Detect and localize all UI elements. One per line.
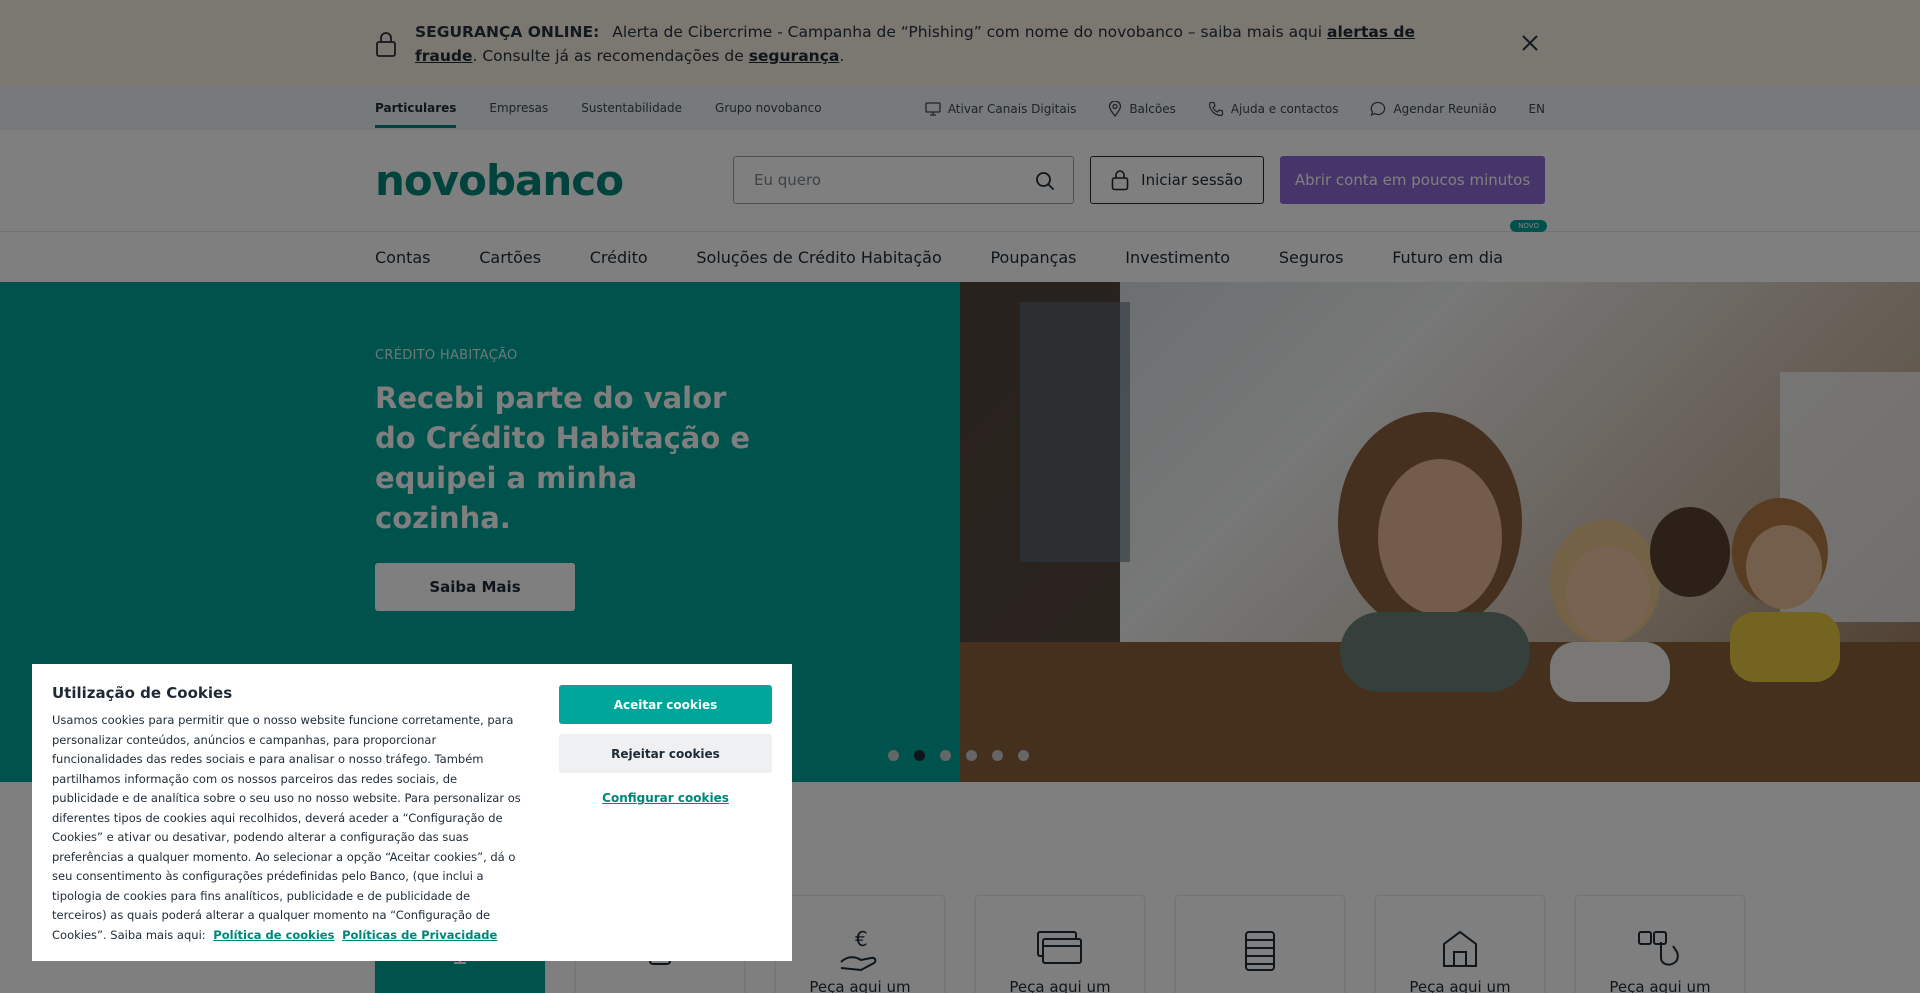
cookie-description: Usamos cookies para permitir que o nosso… [52, 713, 521, 942]
privacy-policy-link[interactable]: Políticas de Privacidade [342, 928, 497, 942]
cookie-title: Utilização de Cookies [52, 684, 233, 702]
accept-cookies-button[interactable]: Aceitar cookies [559, 685, 772, 724]
configure-cookies-link[interactable]: Configurar cookies [559, 791, 772, 805]
cookie-policy-link[interactable]: Política de cookies [213, 928, 334, 942]
reject-cookies-button[interactable]: Rejeitar cookies [559, 734, 772, 773]
cookie-text: Usamos cookies para permitir que o nosso… [52, 711, 525, 945]
cookie-consent-dialog: Utilização de Cookies Usamos cookies par… [32, 664, 792, 961]
